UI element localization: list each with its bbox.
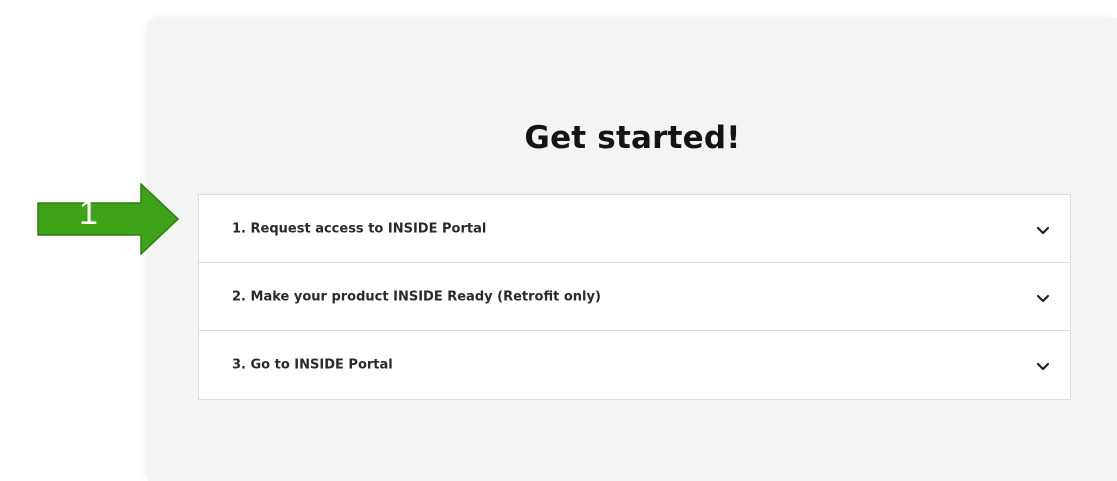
- annotation-arrow-icon: [37, 183, 179, 255]
- accordion-item-label: 1. Request access to INSIDE Portal: [232, 221, 487, 236]
- accordion-item-go-to-portal[interactable]: 3. Go to INSIDE Portal: [199, 331, 1070, 399]
- accordion: 1. Request access to INSIDE Portal 2. Ma…: [198, 194, 1071, 400]
- accordion-item-make-inside-ready[interactable]: 2. Make your product INSIDE Ready (Retro…: [199, 263, 1070, 331]
- accordion-item-request-access[interactable]: 1. Request access to INSIDE Portal: [199, 195, 1070, 263]
- chevron-down-icon[interactable]: [1036, 362, 1050, 372]
- accordion-item-label: 2. Make your product INSIDE Ready (Retro…: [232, 289, 601, 304]
- chevron-down-icon[interactable]: [1036, 294, 1050, 304]
- page-title: Get started!: [524, 120, 741, 156]
- accordion-item-label: 3. Go to INSIDE Portal: [232, 357, 393, 373]
- chevron-down-icon[interactable]: [1036, 226, 1050, 236]
- get-started-panel: Get started! 1. Request access to INSIDE…: [148, 18, 1117, 481]
- annotation-number: 1: [79, 194, 98, 232]
